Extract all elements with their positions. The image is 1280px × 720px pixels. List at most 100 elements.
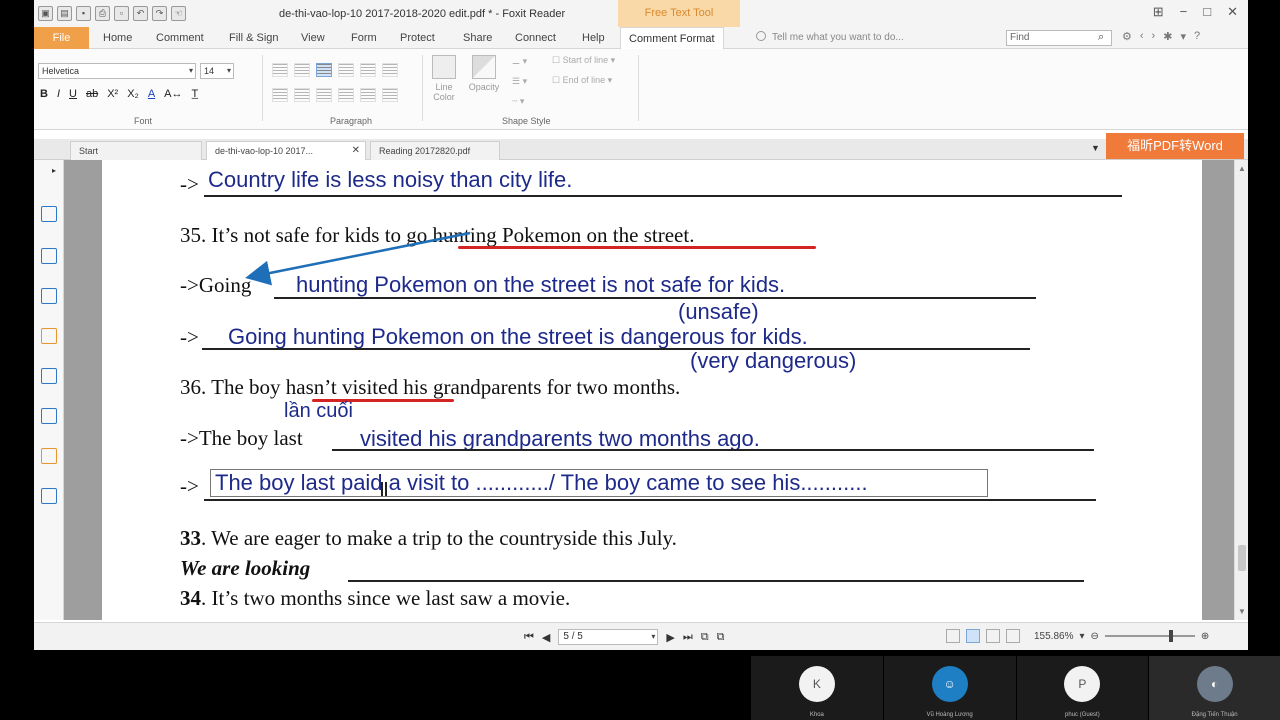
participant-tile[interactable]: ☺ Vũ Hoàng Lương [882, 656, 1016, 720]
back-icon[interactable]: ‹ [1140, 30, 1144, 43]
tab-comment[interactable]: Comment [156, 27, 204, 49]
tab-connect[interactable]: Connect [515, 27, 556, 49]
lock-icon[interactable] [41, 448, 57, 464]
font-size-select[interactable]: 14 ▾ [200, 63, 234, 79]
scroll-up-icon[interactable]: ▲ [1238, 164, 1246, 173]
justify-icon[interactable] [382, 63, 398, 77]
copy-icon[interactable]: ⧉ [701, 631, 709, 644]
file-button[interactable]: File [34, 27, 89, 49]
doc-tab-start[interactable]: Start [70, 141, 202, 160]
convert-pdf-to-word-button[interactable]: 福昕PDF转Word [1106, 133, 1244, 159]
increase-indent-icon[interactable] [294, 88, 310, 102]
italic-icon[interactable]: I [57, 88, 60, 100]
underline-icon[interactable]: U [69, 88, 77, 100]
line-width-icon[interactable]: ☰ ▾ [512, 76, 527, 87]
ribbon-options-icon[interactable]: ⊞ [1153, 4, 1164, 20]
last-page-icon[interactable]: ⏭ [683, 631, 693, 644]
minimize-icon[interactable]: − [1180, 4, 1188, 20]
bullets-icon[interactable] [272, 63, 288, 77]
tab-home[interactable]: Home [103, 27, 132, 49]
attachment-icon[interactable] [41, 368, 57, 384]
zoom-slider-knob[interactable] [1168, 630, 1173, 642]
hand-tool-icon[interactable]: ☜ [171, 6, 186, 21]
comments-icon[interactable] [41, 328, 57, 344]
edit-tool-icon[interactable] [41, 488, 57, 504]
scroll-down-icon[interactable]: ▼ [1238, 607, 1246, 616]
continuous-page-icon[interactable] [966, 629, 980, 643]
paragraph-spacing-icon[interactable] [338, 88, 354, 102]
facing-page-icon[interactable] [986, 629, 1000, 643]
tab-share[interactable]: Share [463, 27, 492, 49]
prev-page-icon[interactable]: ◀ [542, 631, 550, 644]
layers-icon[interactable] [41, 288, 57, 304]
redo-icon[interactable]: ↷ [152, 6, 167, 21]
numbering-icon[interactable] [294, 63, 310, 77]
vertical-scrollbar[interactable]: ▲ ▼ [1234, 160, 1248, 620]
page-number-input[interactable]: 5 / 5 ▾ [558, 629, 659, 645]
first-page-icon[interactable]: ⏮ [524, 631, 534, 644]
undo-icon[interactable]: ↶ [133, 6, 148, 21]
start-of-line-select[interactable]: ☐ Start of line ▾ [552, 55, 615, 66]
clear-format-icon[interactable]: T̲ [192, 88, 199, 100]
paste-icon[interactable]: ⧉ [717, 631, 725, 644]
font-family-select[interactable]: Helvetica ▾ [38, 63, 196, 79]
zoom-dropdown-icon[interactable]: ▾ [1079, 631, 1084, 642]
text-direction-icon[interactable] [360, 88, 376, 102]
signature-icon[interactable] [41, 408, 57, 424]
strikethrough-icon[interactable]: ab [86, 88, 98, 100]
tell-me-search[interactable]: Tell me what you want to do... [756, 31, 904, 43]
settings-icon[interactable]: ⚙ [1122, 30, 1132, 43]
continuous-facing-icon[interactable] [1006, 629, 1020, 643]
line-style-icon[interactable]: ⚊ ▾ [512, 56, 527, 67]
bookmark-icon[interactable] [41, 206, 57, 222]
bold-icon[interactable]: B [40, 88, 48, 100]
font-color-icon[interactable]: A [148, 88, 155, 100]
open-icon[interactable]: ▤ [57, 6, 72, 21]
maximize-icon[interactable]: □ [1203, 4, 1211, 20]
align-left-icon[interactable] [316, 63, 332, 77]
expand-panel-icon[interactable]: ▸ [52, 166, 56, 175]
superscript-icon[interactable]: X² [107, 88, 118, 100]
tab-form[interactable]: Form [351, 27, 377, 49]
arrow-annotation[interactable] [245, 231, 471, 286]
doc-tab-reading[interactable]: Reading 20172820.pdf [370, 141, 500, 160]
pages-icon[interactable] [41, 248, 57, 264]
gear-icon[interactable]: ✱ [1163, 30, 1172, 43]
close-icon[interactable]: ✕ [1227, 4, 1238, 20]
search-icon[interactable]: ⌕ [1098, 31, 1104, 44]
forward-icon[interactable]: › [1152, 30, 1156, 43]
print-icon[interactable]: ⎙ [95, 6, 110, 21]
zoom-value[interactable]: 155.86% [1034, 631, 1073, 642]
close-tab-icon[interactable]: ✕ [352, 142, 360, 160]
dash-style-icon[interactable]: ┄ ▾ [512, 96, 524, 107]
tab-help[interactable]: Help [582, 27, 605, 49]
char-spacing-icon[interactable]: A↔ [164, 88, 182, 100]
save-as-icon[interactable]: ▫ [114, 6, 129, 21]
tab-comment-format[interactable]: Comment Format [620, 27, 724, 50]
align-right-icon[interactable] [360, 63, 376, 77]
zoom-slider[interactable] [1104, 630, 1195, 642]
scrollbar-thumb[interactable] [1238, 545, 1246, 571]
tab-fill-sign[interactable]: Fill & Sign [229, 27, 279, 49]
line-spacing-icon[interactable] [316, 88, 332, 102]
align-center-icon[interactable] [338, 63, 354, 77]
tab-list-dropdown-icon[interactable]: ▼ [1091, 143, 1100, 153]
tab-protect[interactable]: Protect [400, 27, 435, 49]
subscript-icon[interactable]: X₂ [127, 88, 139, 100]
single-page-icon[interactable] [946, 629, 960, 643]
decrease-indent-icon[interactable] [272, 88, 288, 102]
zoom-out-icon[interactable]: ⊖ [1091, 631, 1099, 642]
end-of-line-select[interactable]: ☐ End of line ▾ [552, 75, 612, 86]
help-icon[interactable]: ? [1194, 30, 1200, 43]
participant-tile[interactable]: K Khoa [750, 656, 883, 720]
next-page-icon[interactable]: ▶ [666, 631, 674, 644]
save-icon[interactable]: ▪ [76, 6, 91, 21]
opacity-button[interactable]: Opacity [466, 55, 502, 92]
find-input[interactable]: Find [1006, 30, 1112, 46]
pdf-page[interactable]: -> Country life is less noisy than city … [102, 160, 1202, 620]
line-color-button[interactable]: Line Color [426, 55, 462, 102]
tab-view[interactable]: View [301, 27, 325, 49]
distribute-icon[interactable] [382, 88, 398, 102]
participant-tile[interactable]: P phuc (Guest) [1015, 656, 1149, 720]
doc-tab-active[interactable]: de-thi-vao-lop-10 2017... ✕ [206, 141, 366, 160]
